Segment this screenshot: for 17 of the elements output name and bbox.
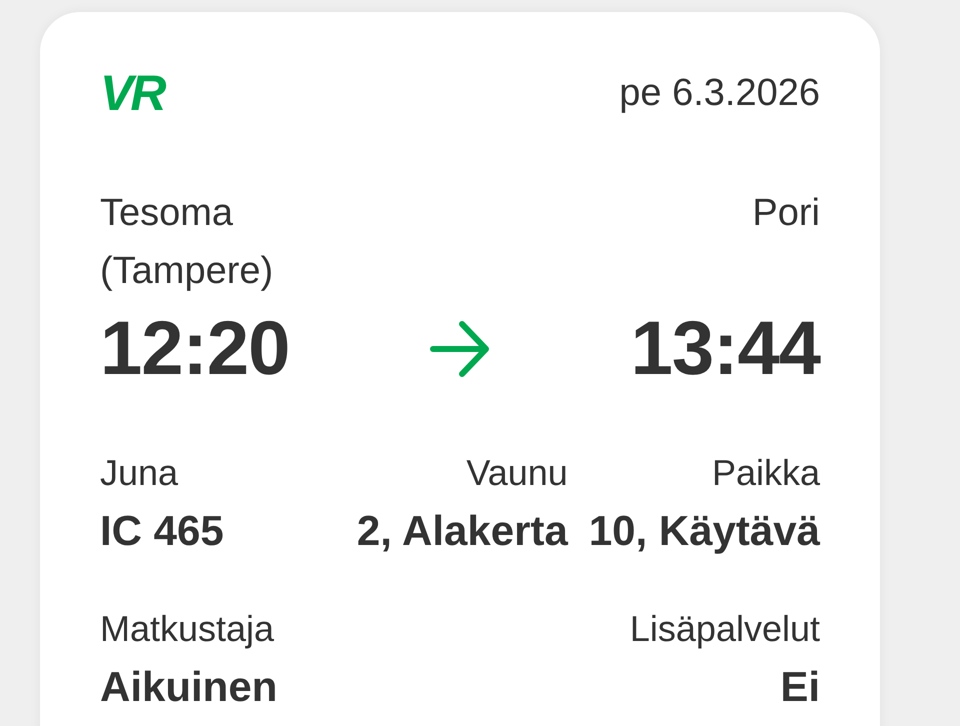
- field-value: 2, Alakerta: [356, 506, 568, 556]
- arrow-icon: [430, 321, 490, 377]
- field-label: Juna: [100, 451, 180, 495]
- field-label: Lisäpalvelut: [630, 607, 820, 651]
- field-value: Ei: [779, 662, 820, 712]
- station-name: Pori: [751, 191, 820, 236]
- logo: VR: [100, 72, 164, 114]
- field-label: Vaunu: [465, 451, 568, 495]
- date-text: pe 6.3.2026: [619, 72, 820, 114]
- arrival-time: 13:44: [630, 311, 820, 387]
- field-label: Paikka: [710, 451, 820, 495]
- field-value: 10, Käytävä: [588, 506, 820, 556]
- field-value: IC 465: [100, 506, 225, 556]
- field-value: Aikuinen: [100, 662, 278, 712]
- field-label: Matkustaja: [100, 607, 276, 651]
- departure-time: 12:20: [100, 311, 290, 387]
- station-name: Tesoma (Tampere): [100, 191, 274, 294]
